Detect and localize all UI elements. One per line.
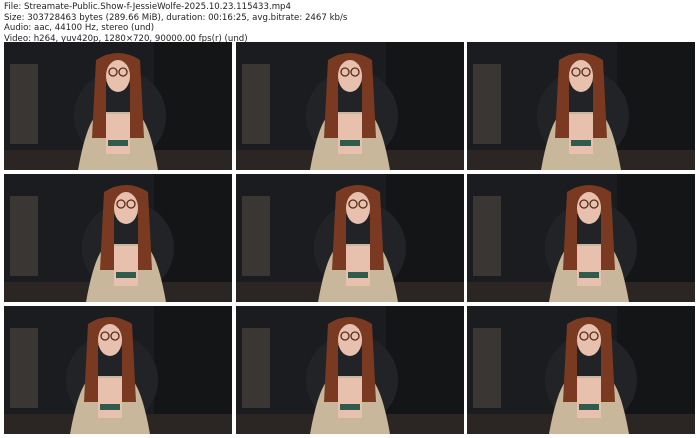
video-frame-thumbnail [4,42,232,170]
video-frame-thumbnail [467,306,695,434]
file-name-line: File: Streamate-Public.Show-f-JessieWolf… [4,2,291,12]
video-frame-thumbnail [467,42,695,170]
file-size-line: Size: 303728463 bytes (289.66 MiB), dura… [4,12,348,23]
video-frame-thumbnail [467,174,695,302]
video-frame-thumbnail [236,306,464,434]
thumbnail-grid [4,42,698,434]
video-frame-thumbnail [4,306,232,434]
video-frame-thumbnail [236,174,464,302]
video-frame-thumbnail [236,42,464,170]
file-info-header: File: Streamate-Public.Show-f-JessieWolf… [4,2,347,44]
audio-info-line: Audio: aac, 44100 Hz, stereo (und) [4,23,155,33]
video-frame-thumbnail [4,174,232,302]
